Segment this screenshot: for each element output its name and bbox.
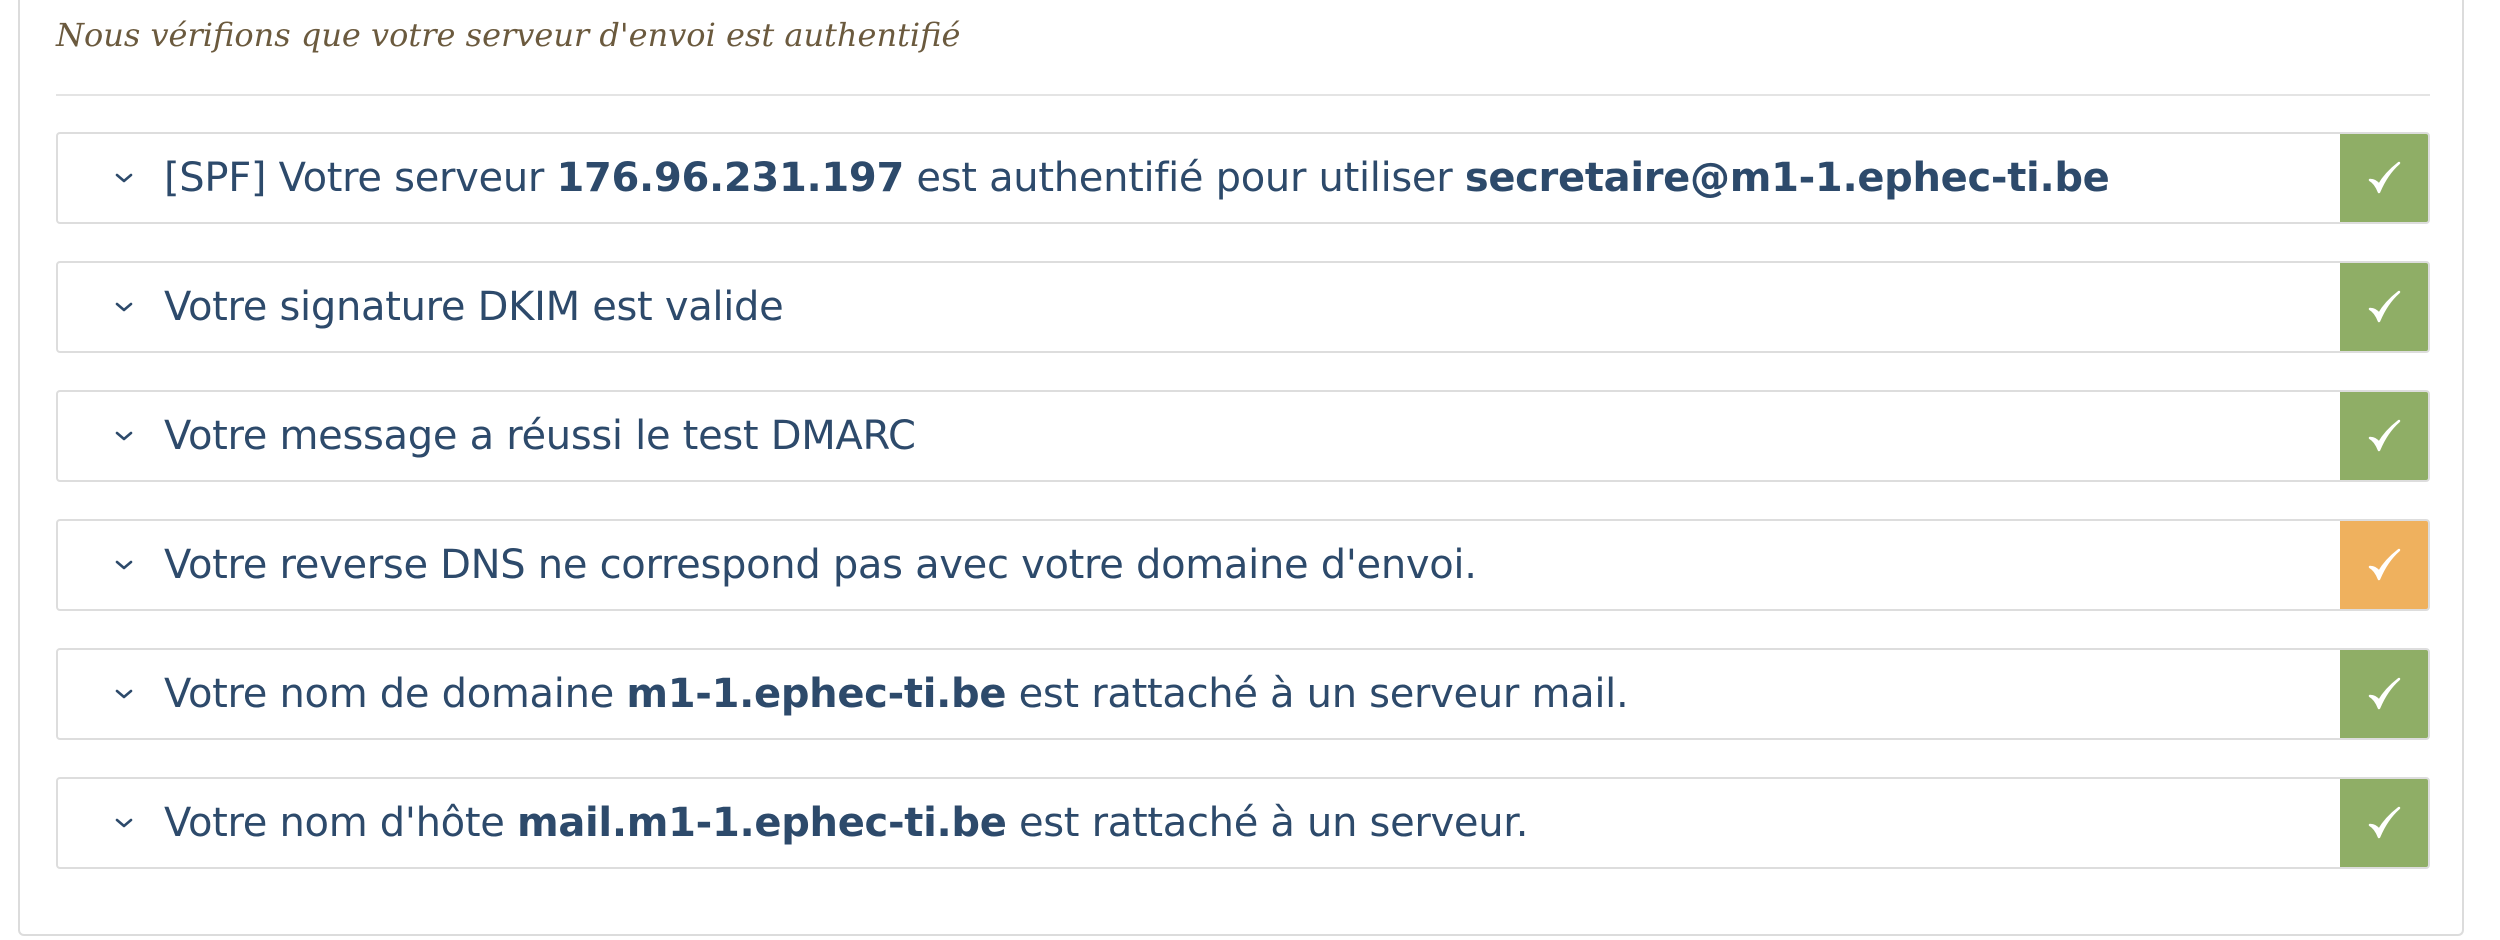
checkmark-icon bbox=[2364, 803, 2404, 843]
check-row-dkim[interactable]: Votre signature DKIM est valide bbox=[56, 261, 2430, 353]
checkmark-icon bbox=[2364, 545, 2404, 585]
check-label: Votre nom de domaine m1-1.ephec-ti.be es… bbox=[164, 650, 1629, 738]
check-row-domain-mx[interactable]: Votre nom de domaine m1-1.ephec-ti.be es… bbox=[56, 648, 2430, 740]
check-label-highlight: 176.96.231.197 bbox=[556, 155, 904, 201]
chevron-down-icon[interactable] bbox=[110, 650, 138, 738]
check-label-highlight: secretaire@m1-1.ephec-ti.be bbox=[1464, 155, 2110, 201]
check-label-text: Votre nom de domaine bbox=[164, 671, 627, 717]
check-list: [SPF] Votre serveur 176.96.231.197 est a… bbox=[56, 132, 2430, 906]
check-status-badge bbox=[2340, 134, 2428, 222]
chevron-down-icon[interactable] bbox=[110, 134, 138, 222]
check-label-text: Votre nom d'hôte bbox=[164, 800, 517, 846]
check-row-reverse-dns[interactable]: Votre reverse DNS ne correspond pas avec… bbox=[56, 519, 2430, 611]
check-label-highlight: m1-1.ephec-ti.be bbox=[626, 671, 1007, 717]
divider bbox=[56, 94, 2430, 96]
check-label: Votre message a réussi le test DMARC bbox=[164, 392, 916, 480]
check-status-badge bbox=[2340, 392, 2428, 480]
check-label-text: Votre signature DKIM est valide bbox=[164, 284, 784, 330]
check-label-text: est rattaché à un serveur mail. bbox=[1006, 671, 1629, 717]
check-status-badge bbox=[2340, 263, 2428, 351]
check-label-text: est authentifié pour utiliser bbox=[904, 155, 1465, 201]
check-status-badge bbox=[2340, 521, 2428, 609]
checkmark-icon bbox=[2364, 416, 2404, 456]
chevron-down-icon[interactable] bbox=[110, 263, 138, 351]
check-status-badge bbox=[2340, 779, 2428, 867]
check-status-badge bbox=[2340, 650, 2428, 738]
check-label: Votre signature DKIM est valide bbox=[164, 263, 784, 351]
chevron-down-icon[interactable] bbox=[110, 779, 138, 867]
check-label: [SPF] Votre serveur 176.96.231.197 est a… bbox=[164, 134, 2110, 222]
check-label-highlight: mail.m1-1.ephec-ti.be bbox=[516, 800, 1007, 846]
section-subtitle: Nous vérifions que votre serveur d'envoi… bbox=[56, 16, 961, 54]
check-label-text: [SPF] Votre serveur bbox=[164, 155, 557, 201]
check-label-text: Votre reverse DNS ne correspond pas avec… bbox=[164, 542, 1477, 588]
checkmark-icon bbox=[2364, 158, 2404, 198]
check-row-hostname[interactable]: Votre nom d'hôte mail.m1-1.ephec-ti.be e… bbox=[56, 777, 2430, 869]
chevron-down-icon[interactable] bbox=[110, 392, 138, 480]
check-label: Votre reverse DNS ne correspond pas avec… bbox=[164, 521, 1477, 609]
check-row-spf[interactable]: [SPF] Votre serveur 176.96.231.197 est a… bbox=[56, 132, 2430, 224]
chevron-down-icon[interactable] bbox=[110, 521, 138, 609]
check-label-text: est rattaché à un serveur. bbox=[1006, 800, 1529, 846]
checkmark-icon bbox=[2364, 674, 2404, 714]
check-row-dmarc[interactable]: Votre message a réussi le test DMARC bbox=[56, 390, 2430, 482]
checkmark-icon bbox=[2364, 287, 2404, 327]
check-label: Votre nom d'hôte mail.m1-1.ephec-ti.be e… bbox=[164, 779, 1528, 867]
check-label-text: Votre message a réussi le test DMARC bbox=[164, 413, 916, 459]
